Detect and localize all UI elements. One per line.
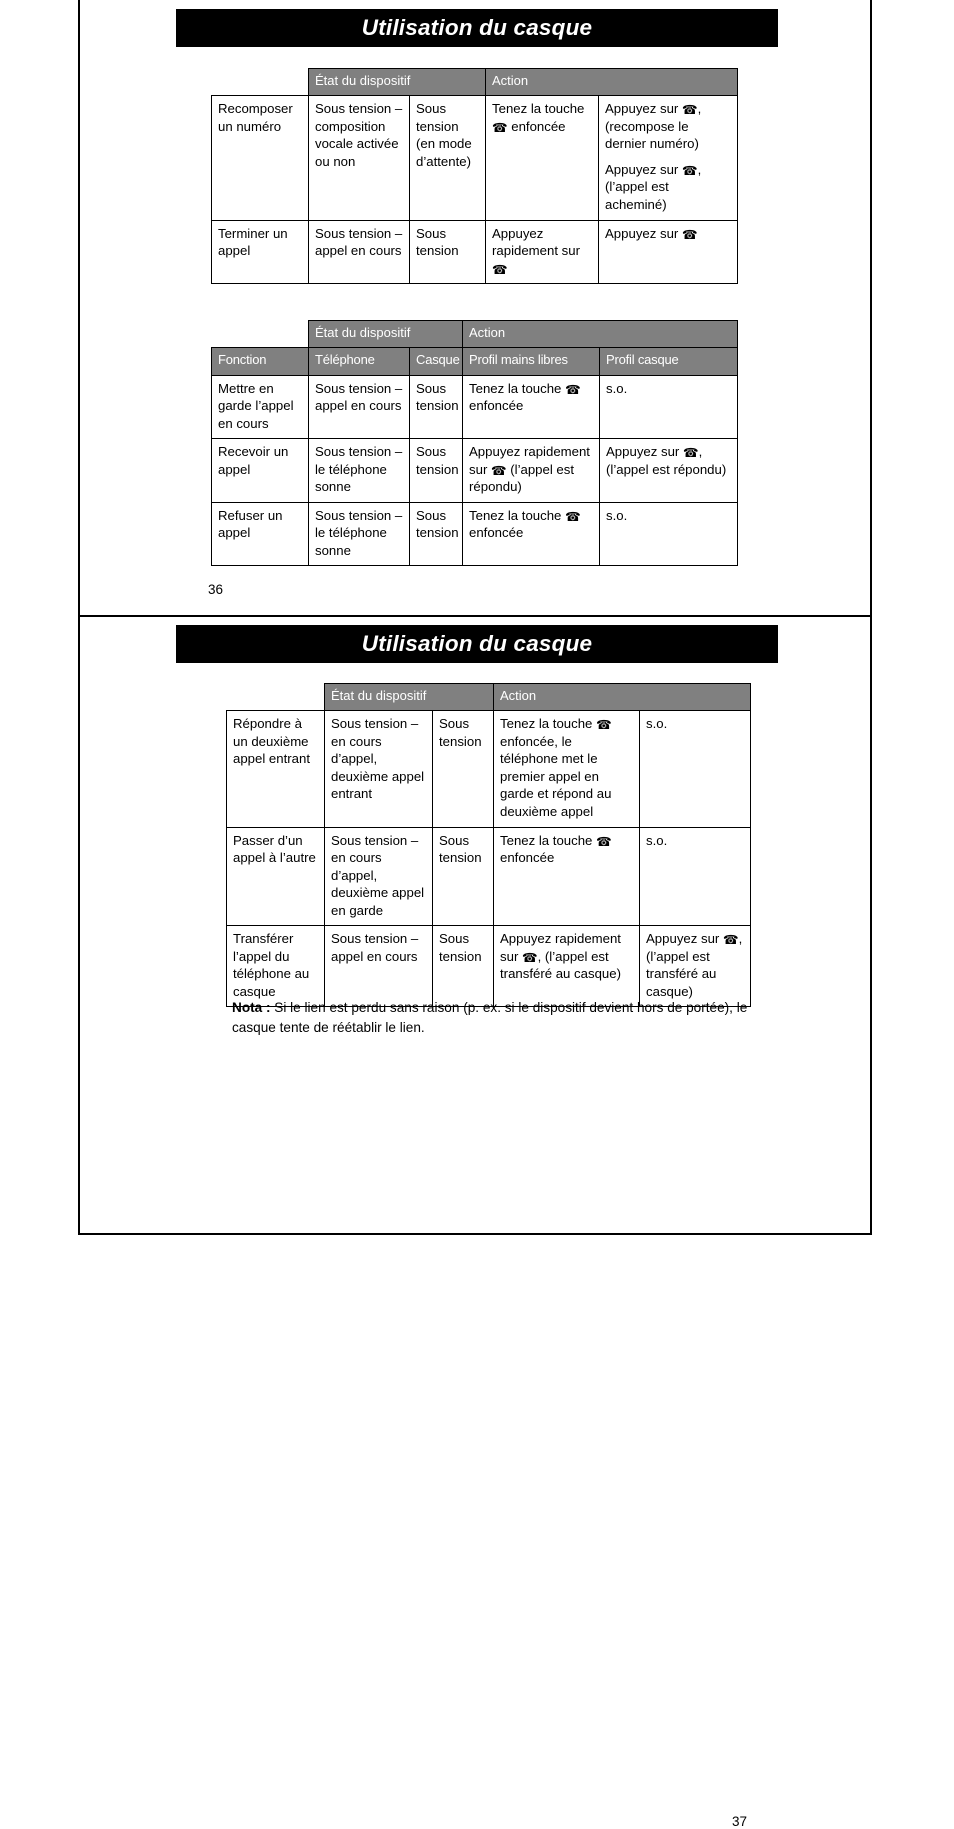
cell-profil-casque: s.o. — [639, 826, 752, 927]
column-header-fonction: Fonction — [211, 347, 309, 376]
cell-telephone: Sous tension – appel en cours — [324, 925, 433, 1008]
cell-profil-mains-libres: Tenez la touche ☎ enfoncée — [462, 501, 601, 567]
group-header-action: Action — [485, 67, 739, 97]
phone-button-icon: ☎ — [682, 445, 699, 461]
cell-profil-casque: s.o. — [599, 374, 739, 440]
table-row: Répondre à un deuxième appel entrant Sou… — [226, 710, 752, 828]
group-header-etat-du-dispositif: État du dispositif — [307, 319, 464, 349]
table-group-header-row: État du dispositif Action — [227, 682, 752, 712]
cell-profil-casque: Appuyez sur ☎, (l’appel est transféré au… — [639, 925, 752, 1008]
cell-telephone: Sous tension – en cours d’appel, deuxièm… — [324, 826, 433, 927]
cell-fonction: Recevoir un appel — [211, 438, 309, 503]
cell-telephone: Sous tension – le téléphone sonne — [308, 501, 410, 567]
cell-paragraph: Appuyez sur ☎, (recompose le dernier num… — [605, 101, 702, 152]
column-header-casque: Casque — [408, 347, 464, 376]
phone-button-icon: ☎ — [491, 462, 507, 478]
phone-button-icon: ☎ — [681, 226, 698, 242]
phone-button-icon: ☎ — [596, 833, 612, 849]
group-header-blank — [212, 321, 309, 348]
cell-telephone: Sous tension – appel en cours — [308, 219, 410, 285]
note-label: Nota : — [232, 1000, 271, 1015]
page-number-36: 36 — [208, 582, 224, 597]
table-advanced: État du dispositif Action Répondre à un … — [226, 682, 752, 1008]
table-row: Terminer un appel Sous tension – appel e… — [211, 219, 739, 285]
cell-paragraph: Appuyez sur ☎, (l’appel est acheminé) — [605, 161, 702, 212]
page-36: Utilisation du casque État du dispositif… — [78, 0, 872, 617]
cell-casque: Sous tension (en mode d’attente) — [408, 95, 487, 221]
cell-fonction: Répondre à un deuxième appel entrant — [226, 710, 325, 828]
cell-fonction: Recomposer un numéro — [211, 95, 309, 221]
cell-profil-casque: Appuyez sur ☎, (l’appel est répondu) — [599, 438, 739, 503]
cell-telephone: Sous tension – appel en cours — [308, 374, 410, 440]
phone-button-icon: ☎ — [565, 508, 581, 524]
cell-casque: Sous tension — [431, 925, 495, 1008]
cell-fonction: Mettre en garde l’appel en cours — [211, 374, 309, 440]
cell-fonction: Refuser un appel — [211, 501, 309, 567]
cell-paragraph: Appuyez rapidement sur ☎ — [492, 225, 580, 277]
cell-profil-mains-libres: Appuyez rapidement sur ☎ — [485, 219, 600, 285]
cell-profil-mains-libres: Tenez la touche ☎ enfoncée — [485, 95, 600, 221]
cell-telephone: Sous tension – en cours d’appel, deuxièm… — [324, 710, 433, 828]
cell-casque: Sous tension — [431, 710, 495, 828]
table-row: Refuser un appel Sous tension – le télép… — [211, 501, 739, 567]
page-title-banner: Utilisation du casque — [176, 625, 778, 663]
table-column-header-row: Fonction Téléphone Casque Profil mains l… — [211, 347, 739, 376]
table-row: Recevoir un appel Sous tension – le télé… — [211, 438, 739, 503]
phone-button-icon: ☎ — [565, 381, 581, 397]
cell-profil-mains-libres: Tenez la touche ☎ enfoncée — [462, 374, 601, 440]
cell-profil-mains-libres: Appuyez rapidement sur ☎, (l’appel est t… — [493, 925, 641, 1008]
phone-button-icon: ☎ — [681, 162, 698, 178]
cell-profil-mains-libres: Tenez la touche ☎ enfoncée, le téléphone… — [493, 710, 641, 828]
cell-fonction: Passer d’un appel à l’autre — [226, 826, 325, 927]
group-header-blank — [227, 684, 325, 711]
table-dialing: État du dispositif Action Recomposer un … — [211, 67, 739, 285]
phone-button-icon: ☎ — [522, 949, 538, 965]
group-header-etat-du-dispositif: État du dispositif — [323, 682, 495, 712]
cell-casque: Sous tension — [408, 438, 464, 503]
cell-profil-mains-libres: Appuyez rapidement sur ☎ (l’appel est ré… — [462, 438, 601, 503]
group-header-blank — [212, 69, 309, 96]
cell-profil-casque: s.o. — [639, 710, 752, 828]
table-group-header-row: État du dispositif Action — [212, 67, 739, 97]
cell-profil-mains-libres: Tenez la touche ☎ enfoncée — [493, 826, 641, 927]
cell-profil-casque: s.o. — [599, 501, 739, 567]
table-group-header-row: État du dispositif Action — [212, 319, 739, 349]
cell-fonction: Terminer un appel — [211, 219, 309, 285]
cell-telephone: Sous tension – composition vocale activé… — [308, 95, 410, 221]
page-37: Utilisation du casque État du dispositif… — [78, 617, 872, 1829]
cell-telephone: Sous tension – le téléphone sonne — [308, 438, 410, 503]
group-header-etat-du-dispositif: État du dispositif — [307, 67, 487, 97]
phone-button-icon: ☎ — [492, 119, 508, 135]
cell-profil-casque: Appuyez sur ☎ — [598, 219, 739, 285]
table-row: Recomposer un numéro Sous tension – comp… — [211, 95, 739, 221]
cell-casque: Sous tension — [408, 501, 464, 567]
phone-button-icon: ☎ — [681, 102, 698, 118]
phone-button-icon: ☎ — [492, 261, 508, 277]
group-header-action: Action — [493, 682, 752, 712]
cell-fonction: Transférer l’appel du téléphone au casqu… — [226, 925, 325, 1008]
column-header-telephone: Téléphone — [308, 347, 410, 376]
group-header-action: Action — [462, 319, 739, 349]
cell-paragraph: Appuyez sur ☎ — [605, 225, 698, 242]
column-header-profil-casque: Profil casque — [599, 347, 739, 376]
cell-casque: Sous tension — [431, 826, 495, 927]
table-row: Transférer l’appel du téléphone au casqu… — [226, 925, 752, 1008]
page-number-37: 37 — [732, 1814, 748, 1829]
table-row: Mettre en garde l’appel en cours Sous te… — [211, 374, 739, 440]
note-block: Nota : Si le lien est perdu sans raison … — [232, 998, 752, 1037]
phone-button-icon: ☎ — [596, 717, 612, 733]
cell-paragraph: Tenez la touche ☎ enfoncée — [492, 101, 585, 135]
phone-button-icon: ☎ — [722, 932, 739, 948]
table-row: Passer d’un appel à l’autre Sous tension… — [226, 826, 752, 927]
table-callmgmt: État du dispositif Action Fonction Télép… — [211, 319, 739, 567]
cell-casque: Sous tension — [408, 374, 464, 440]
cell-casque: Sous tension — [408, 219, 487, 285]
page-title-banner: Utilisation du casque — [176, 9, 778, 47]
note-text: Si le lien est perdu sans raison (p. ex.… — [232, 1000, 748, 1035]
cell-profil-casque: Appuyez sur ☎, (recompose le dernier num… — [598, 95, 739, 221]
column-header-profil-mains-libres: Profil mains libres — [462, 347, 601, 376]
